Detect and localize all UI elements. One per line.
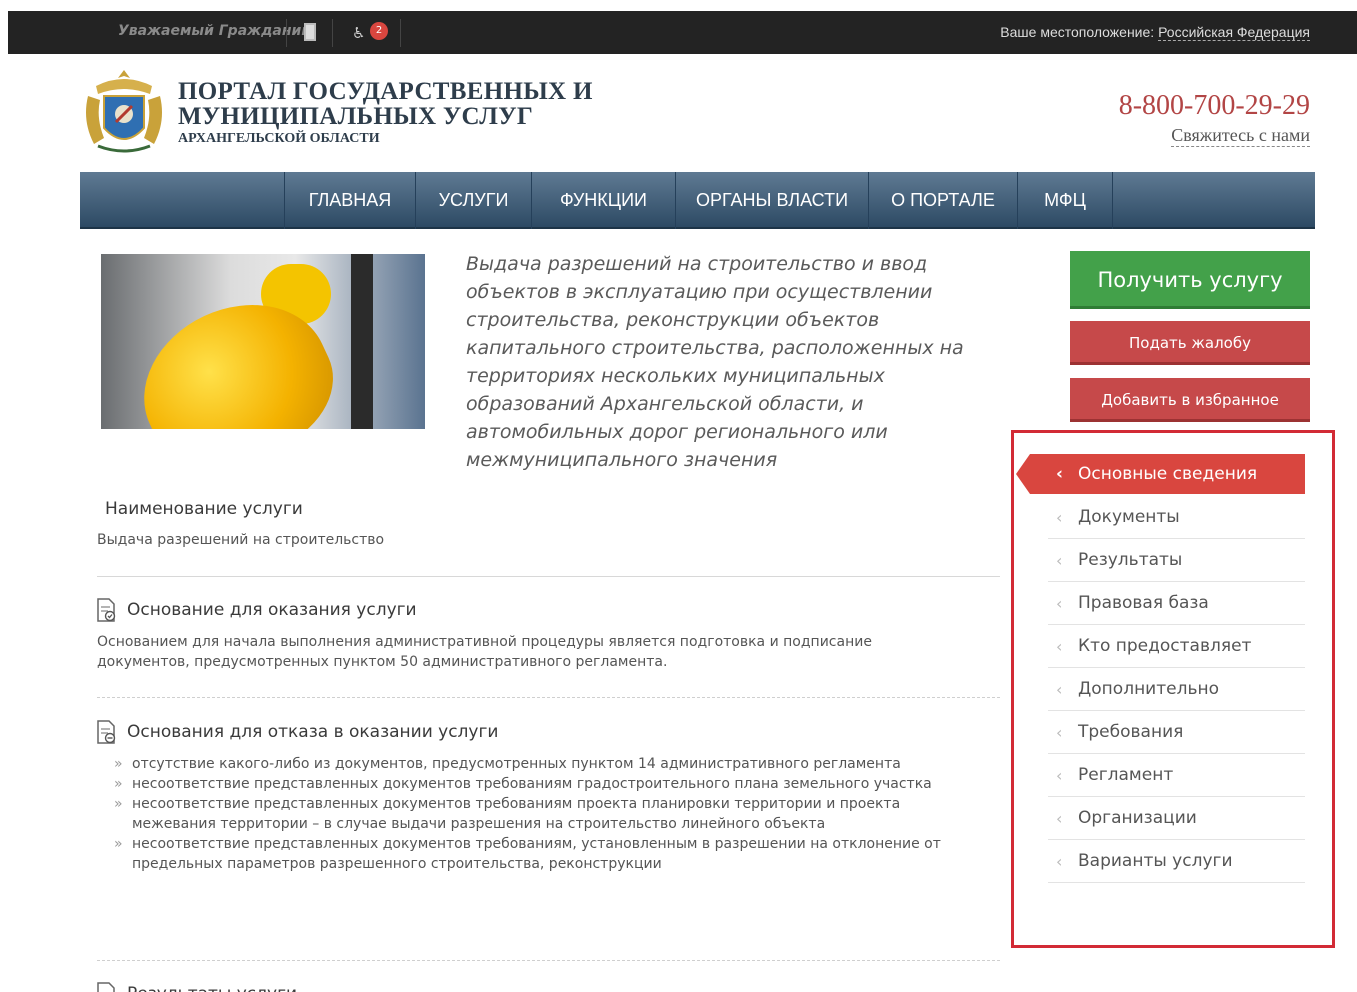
document-check-icon bbox=[97, 598, 116, 622]
get-service-button[interactable]: Получить услугу bbox=[1070, 251, 1310, 309]
accessibility-icon[interactable]: ♿ bbox=[352, 24, 365, 42]
refusal-heading: Основания для отказа в оказании услуги bbox=[127, 722, 499, 742]
location-label: Ваше местоположение: bbox=[1000, 24, 1155, 40]
nav-item-authorities[interactable]: ОРГАНЫ ВЛАСТИ bbox=[675, 172, 868, 229]
results-heading: Результаты услуги bbox=[127, 984, 297, 992]
top-bar: Уважаемый Гражданин ♿ 2 Ваше местоположе… bbox=[8, 11, 1357, 54]
basis-heading: Основание для оказания услуги bbox=[127, 600, 417, 620]
side-menu-label: Варианты услуги bbox=[1078, 851, 1233, 871]
divider bbox=[97, 576, 1000, 577]
notification-badge[interactable]: 2 bbox=[370, 22, 388, 40]
add-to-favorites-button[interactable]: Добавить в избранное bbox=[1070, 378, 1310, 422]
side-menu-item-main-info[interactable]: ‹ Основные сведения bbox=[1016, 454, 1305, 494]
side-menu-item-requirements[interactable]: ‹ Требования bbox=[1048, 711, 1305, 754]
nav-item-about[interactable]: О ПОРТАЛЕ bbox=[868, 172, 1017, 229]
user-greeting-link[interactable]: Уважаемый Гражданин bbox=[118, 23, 311, 39]
chevron-left-icon: ‹ bbox=[1056, 680, 1063, 699]
side-menu-item-documents[interactable]: ‹ Документы bbox=[1048, 496, 1305, 539]
side-menu-item-regulation[interactable]: ‹ Регламент bbox=[1048, 754, 1305, 797]
service-name-heading: Наименование услуги bbox=[105, 499, 303, 519]
side-menu-item-legal-base[interactable]: ‹ Правовая база bbox=[1048, 582, 1305, 625]
list-item: несоответствие представленных документов… bbox=[112, 834, 972, 874]
chevron-left-icon: ‹ bbox=[1056, 723, 1063, 742]
nav-item-mfc[interactable]: МФЦ bbox=[1017, 172, 1113, 229]
contact-us-link[interactable]: Свяжитесь с нами bbox=[1171, 125, 1310, 147]
document-minus-icon bbox=[97, 720, 116, 744]
side-menu-label: Кто предоставляет bbox=[1078, 636, 1252, 656]
document-icon[interactable] bbox=[304, 23, 316, 41]
side-menu-label: Результаты bbox=[1078, 550, 1183, 570]
location-selector[interactable]: Ваше местоположение: Российская Федераци… bbox=[1000, 24, 1310, 41]
divider bbox=[97, 960, 1000, 961]
coat-of-arms-logo[interactable] bbox=[78, 66, 170, 158]
chevron-left-icon: ‹ bbox=[1056, 766, 1063, 785]
portal-title-line1: ПОРТАЛ ГОСУДАРСТВЕННЫХ И bbox=[178, 78, 593, 105]
side-menu-label: Организации bbox=[1078, 808, 1197, 828]
nav-item-services[interactable]: УСЛУГИ bbox=[415, 172, 531, 229]
side-menu-label: Требования bbox=[1078, 722, 1184, 742]
chevron-left-icon: ‹ bbox=[1056, 637, 1063, 656]
service-title: Выдача разрешений на строительство и вво… bbox=[466, 253, 964, 471]
service-image bbox=[101, 254, 425, 429]
divider bbox=[332, 19, 333, 47]
nav-item-functions[interactable]: ФУНКЦИИ bbox=[531, 172, 675, 229]
complain-button[interactable]: Подать жалобу bbox=[1070, 321, 1310, 365]
side-menu-item-results[interactable]: ‹ Результаты bbox=[1048, 539, 1305, 582]
divider bbox=[286, 19, 287, 47]
chevron-left-icon: ‹ bbox=[1056, 594, 1063, 613]
side-menu-item-organizations[interactable]: ‹ Организации bbox=[1048, 797, 1305, 840]
side-menu-item-additional[interactable]: ‹ Дополнительно bbox=[1048, 668, 1305, 711]
hotline-phone: 8-800-700-29-29 bbox=[1118, 90, 1310, 121]
side-menu-label: Регламент bbox=[1078, 765, 1174, 785]
main-nav: ГЛАВНАЯ УСЛУГИ ФУНКЦИИ ОРГАНЫ ВЛАСТИ О П… bbox=[80, 172, 1315, 229]
service-name-value: Выдача разрешений на строительство bbox=[97, 532, 385, 548]
portal-title[interactable]: ПОРТАЛ ГОСУДАРСТВЕННЫХ И МУНИЦИПАЛЬНЫХ У… bbox=[178, 79, 593, 129]
divider bbox=[97, 697, 1000, 698]
chevron-left-icon: ‹ bbox=[1056, 852, 1063, 871]
side-menu-item-variants[interactable]: ‹ Варианты услуги bbox=[1048, 840, 1305, 883]
basis-text: Основанием для начала выполнения админис… bbox=[97, 634, 872, 670]
side-menu-label: Дополнительно bbox=[1078, 679, 1219, 699]
chevron-left-icon: ‹ bbox=[1056, 508, 1063, 527]
document-icon bbox=[97, 982, 115, 992]
nav-item-home[interactable]: ГЛАВНАЯ bbox=[284, 172, 415, 229]
list-item: несоответствие представленных документов… bbox=[112, 794, 972, 834]
divider bbox=[400, 19, 401, 47]
refusal-reasons-list: отсутствие какого-либо из документов, пр… bbox=[112, 754, 972, 874]
portal-subtitle: АРХАНГЕЛЬСКОЙ ОБЛАСТИ bbox=[178, 131, 380, 146]
side-menu-item-provider[interactable]: ‹ Кто предоставляет bbox=[1048, 625, 1305, 668]
chevron-left-icon: ‹ bbox=[1056, 809, 1063, 828]
side-menu-label: Основные сведения bbox=[1078, 464, 1258, 484]
chevron-left-icon: ‹ bbox=[1056, 464, 1064, 484]
portal-title-line2: МУНИЦИПАЛЬНЫХ УСЛУГ bbox=[178, 103, 534, 130]
location-value[interactable]: Российская Федерация bbox=[1158, 24, 1310, 41]
chevron-left-icon: ‹ bbox=[1056, 551, 1063, 570]
side-menu-label: Документы bbox=[1078, 507, 1180, 527]
list-item: отсутствие какого-либо из документов, пр… bbox=[112, 754, 972, 774]
list-item: несоответствие представленных документов… bbox=[112, 774, 972, 794]
side-menu-label: Правовая база bbox=[1078, 593, 1209, 613]
